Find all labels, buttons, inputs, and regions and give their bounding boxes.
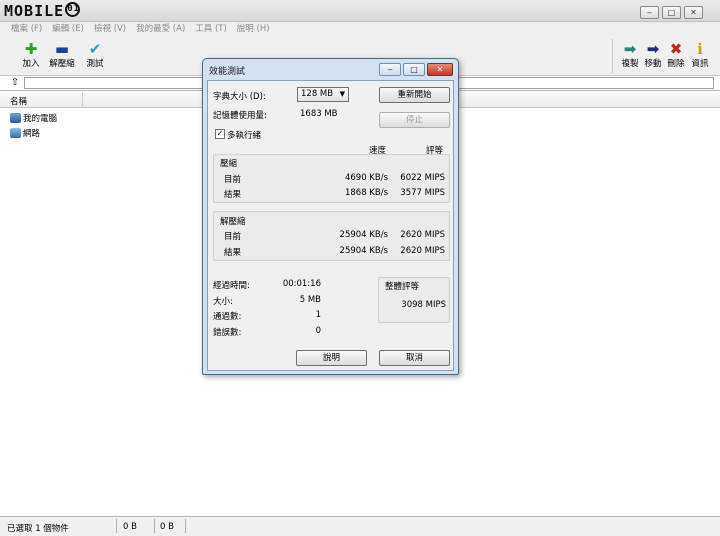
decompress-result-speed: 25904 KB/s (339, 246, 388, 256)
list-item-network[interactable]: 網路 (10, 127, 40, 139)
size-value: 5 MB (299, 295, 321, 305)
errors-value: 0 (315, 326, 321, 336)
info-button[interactable]: ℹ 資訊 (686, 40, 714, 70)
computer-icon (10, 113, 21, 123)
cancel-button[interactable]: 取消 (379, 350, 450, 366)
title-bar: MOBILE 01 ‒ □ ✕ (0, 0, 720, 22)
passes-value: 1 (315, 310, 321, 320)
extract-icon: ▬ (54, 40, 70, 58)
status-divider (154, 519, 155, 533)
column-name-header[interactable]: 名稱 (10, 95, 27, 107)
benchmark-dialog: 效能測試 ‒ □ ✕ 字典大小 (D): 128 MB ▼ 重新開始 記憶體使用… (202, 58, 459, 375)
menu-edit[interactable]: 編輯 (E) (47, 22, 89, 36)
decompress-result-rating: 2620 MIPS (400, 246, 445, 256)
compress-result-speed: 1868 KB/s (344, 188, 388, 198)
list-item-my-computer[interactable]: 我的電腦 (10, 112, 57, 124)
decompress-group: 解壓縮 目前 25904 KB/s 2620 MIPS 結果 25904 KB/… (213, 211, 450, 261)
extract-label: 解壓縮 (49, 59, 75, 69)
logo-badge: 01 (65, 2, 81, 17)
menu-view[interactable]: 檢視 (V) (89, 22, 131, 36)
dialog-title: 效能測試 (209, 67, 246, 77)
add-button[interactable]: ✚ 加入 (17, 40, 45, 70)
chevron-down-icon: ▼ (339, 90, 345, 98)
add-label: 加入 (22, 59, 40, 69)
list-item-label: 我的電腦 (23, 114, 58, 124)
status-bar: 已選取 1 個物件 0 B 0 B (0, 516, 720, 536)
multithread-label: 多執行緒 (227, 131, 262, 141)
status-divider (116, 519, 117, 533)
passes-label: 通過數: (213, 312, 242, 322)
status-size: 0 B (123, 522, 137, 532)
up-folder-icon[interactable]: ⇧ (8, 77, 22, 89)
maximize-button[interactable]: □ (662, 6, 681, 19)
mobile01-logo: MOBILE 01 (4, 2, 81, 20)
memory-usage-label: 記憶體使用量: (213, 111, 267, 121)
overall-rating-group: 整體評等 3098 MIPS (378, 277, 450, 323)
compress-current-speed: 4690 KB/s (344, 173, 388, 183)
status-selected: 已選取 1 個物件 (7, 524, 69, 534)
compress-result-rating: 3577 MIPS (400, 188, 445, 198)
decompress-current-speed: 25904 KB/s (339, 230, 388, 240)
status-divider (185, 519, 186, 533)
decompress-result-label: 結果 (224, 248, 242, 258)
menu-file[interactable]: 檔案 (F) (6, 22, 47, 36)
network-icon (10, 128, 21, 138)
elapsed-time-label: 經過時間: (213, 281, 250, 291)
dialog-body: 字典大小 (D): 128 MB ▼ 重新開始 記憶體使用量: 1683 MB … (207, 80, 454, 371)
decompress-group-title: 解壓縮 (220, 217, 246, 227)
dictionary-size-select[interactable]: 128 MB ▼ (297, 87, 349, 102)
overall-rating-label: 整體評等 (385, 282, 420, 292)
errors-label: 錯誤數: (213, 328, 242, 338)
minimize-button[interactable]: ‒ (640, 6, 659, 19)
dictionary-size-label: 字典大小 (D): (213, 92, 266, 102)
compress-group-title: 壓縮 (220, 159, 238, 169)
size-label: 大小: (213, 297, 233, 307)
test-icon: ✔ (88, 40, 102, 58)
multithread-checkbox[interactable]: ✓ (215, 129, 225, 139)
compress-group: 壓縮 目前 4690 KB/s 6022 MIPS 結果 1868 KB/s 3… (213, 154, 450, 203)
help-button[interactable]: 說明 (296, 350, 367, 366)
menu-bar: 檔案 (F) 編輯 (E) 檢視 (V) 我的最愛 (A) 工具 (T) 說明 … (0, 22, 720, 36)
dialog-close-button[interactable]: ✕ (427, 63, 453, 76)
overall-rating-value: 3098 MIPS (401, 300, 446, 310)
elapsed-time-value: 00:01:16 (282, 279, 321, 289)
info-icon: ℹ (697, 40, 703, 58)
add-icon: ✚ (24, 40, 38, 58)
decompress-current-label: 目前 (224, 232, 242, 242)
dictionary-size-value: 128 MB (301, 89, 334, 99)
column-divider[interactable] (82, 92, 83, 108)
toolbar-divider (612, 39, 613, 73)
restart-button[interactable]: 重新開始 (379, 87, 450, 103)
memory-usage-value: 1683 MB (300, 109, 338, 119)
list-item-label: 網路 (23, 129, 41, 139)
dialog-maximize-button[interactable]: □ (403, 63, 425, 76)
dialog-window-controls: ‒ □ ✕ (379, 63, 453, 76)
extract-button[interactable]: ▬ 解壓縮 (48, 40, 76, 70)
test-label: 測試 (86, 59, 104, 69)
decompress-current-rating: 2620 MIPS (400, 230, 445, 240)
compress-result-label: 結果 (224, 190, 242, 200)
menu-tools[interactable]: 工具 (T) (190, 22, 232, 36)
status-packed-size: 0 B (160, 522, 174, 532)
info-label: 資訊 (691, 59, 709, 69)
close-button[interactable]: ✕ (684, 6, 703, 19)
window-controls: ‒ □ ✕ (640, 6, 703, 19)
stop-button[interactable]: 停止 (379, 112, 450, 128)
menu-help[interactable]: 說明 (H) (232, 22, 275, 36)
compress-current-rating: 6022 MIPS (400, 173, 445, 183)
dialog-minimize-button[interactable]: ‒ (379, 63, 401, 76)
test-button[interactable]: ✔ 測試 (81, 40, 109, 70)
menu-favorites[interactable]: 我的最愛 (A) (131, 22, 190, 36)
compress-current-label: 目前 (224, 175, 242, 185)
